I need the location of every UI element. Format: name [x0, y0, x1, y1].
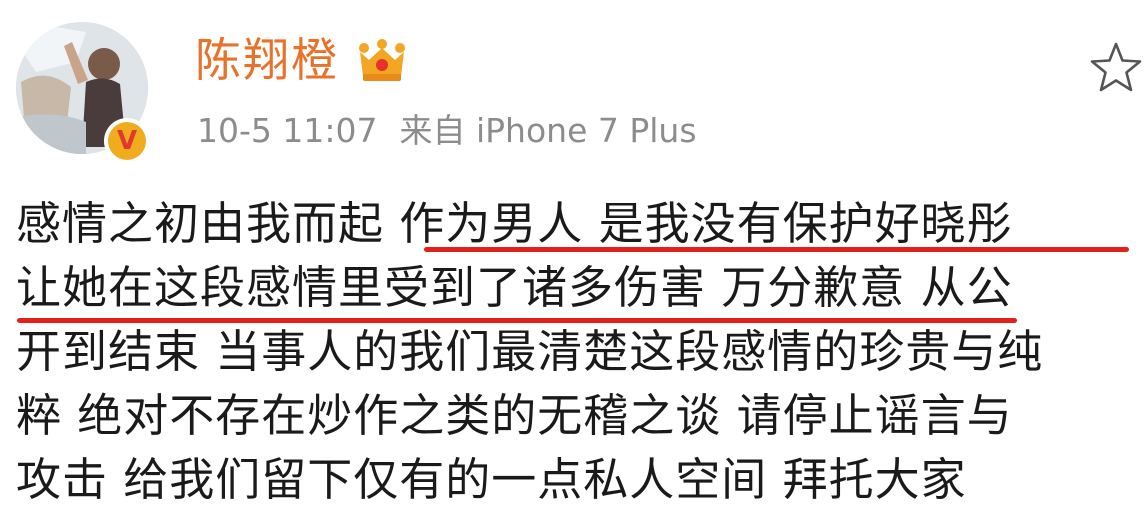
highlight-underline — [17, 318, 1017, 323]
star-icon[interactable] — [1088, 40, 1144, 96]
crown-icon — [359, 39, 405, 81]
post-line: 攻击 给我们留下仅有的一点私人空间 拜托大家 — [16, 453, 967, 506]
post-line: 让她在这段感情里受到了诸多伤害 万分歉意 从公 — [16, 261, 1013, 314]
post-line: 粹 绝对不存在炒作之类的无稽之谈 请停止谣言与 — [16, 389, 1013, 442]
post-timestamp: 10-5 11:07 — [197, 111, 378, 150]
username[interactable]: 陈翔橙 — [195, 30, 339, 90]
post-line: 开到结束 当事人的我们最清楚这段感情的珍贵与纯 — [16, 325, 1044, 378]
post-body: 感情之初由我而起 作为男人 是我没有保护好晓彤 让她在这段感情里受到了诸多伤害 … — [16, 192, 1146, 512]
verified-icon: V — [104, 118, 150, 164]
weibo-post: V 陈翔橙 10-5 11:07 来自 iPhone 7 Plus 感情之初由我而… — [0, 0, 1148, 523]
post-meta: 10-5 11:07 来自 iPhone 7 Plus — [197, 109, 697, 153]
post-source: 来自 iPhone 7 Plus — [399, 111, 697, 150]
highlight-underline — [424, 247, 1129, 252]
